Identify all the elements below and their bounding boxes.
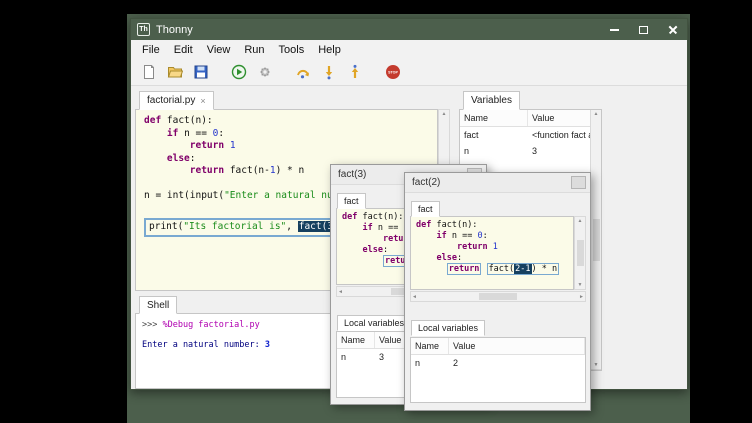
menu-help[interactable]: Help	[311, 44, 348, 56]
window-title: Thonny	[156, 24, 193, 36]
scroll-thumb[interactable]	[577, 240, 584, 266]
menu-run[interactable]: Run	[237, 44, 271, 56]
tab-label: fact	[418, 204, 433, 214]
tab-label: Local variables	[418, 323, 478, 333]
new-file-icon[interactable]	[139, 62, 159, 82]
scroll-left-icon[interactable]: ◄	[338, 289, 343, 295]
scroll-right-icon[interactable]: ►	[579, 294, 584, 300]
menu-edit[interactable]: Edit	[167, 44, 200, 56]
variables-header: Name Value	[460, 110, 601, 127]
maximize-button[interactable]	[629, 19, 658, 40]
frame-title-bar[interactable]: fact(2)	[405, 173, 590, 193]
frame-horizontal-scrollbar[interactable]: ◄ ►	[410, 291, 586, 302]
table-row[interactable]: n3	[460, 143, 601, 159]
scroll-thumb[interactable]	[593, 219, 600, 261]
close-button[interactable]	[658, 19, 687, 40]
frame-code-view[interactable]: def fact(n): if n == 0: return 1 else: r…	[410, 216, 574, 290]
local-variables-panel: Name Value n2	[410, 337, 586, 403]
tab-fact[interactable]: fact	[337, 193, 366, 209]
run-script-icon[interactable]	[229, 62, 249, 82]
frame-title: fact(3)	[338, 169, 366, 180]
tab-label: factorial.py	[147, 95, 195, 106]
column-header-name[interactable]: Name	[460, 110, 528, 126]
stack-frame-window-fact2: fact(2) fact def fact(n): if n == 0: ret…	[404, 172, 591, 411]
open-file-icon[interactable]	[165, 62, 185, 82]
column-header-name[interactable]: Name	[337, 332, 375, 348]
minimize-button[interactable]	[600, 19, 629, 40]
step-out-icon[interactable]	[345, 62, 365, 82]
maximize-icon	[639, 26, 648, 34]
step-over-icon[interactable]	[293, 62, 313, 82]
tab-local-variables[interactable]: Local variables	[337, 315, 411, 331]
variables-rows: fact<function fact an3	[460, 127, 601, 159]
save-file-icon[interactable]	[191, 62, 211, 82]
scroll-up-icon[interactable]: ▲	[442, 111, 447, 117]
minimize-icon	[610, 29, 619, 31]
frame-code: def fact(n): if n == 0: return 1 else: r…	[411, 217, 573, 275]
menu-bar: File Edit View Run Tools Help	[131, 40, 687, 59]
locals-header: Name Value	[411, 338, 585, 355]
tab-shell[interactable]: Shell	[139, 296, 177, 314]
scroll-up-icon[interactable]: ▲	[578, 218, 583, 224]
scroll-left-icon[interactable]: ◄	[412, 294, 417, 300]
scroll-thumb[interactable]	[479, 293, 517, 300]
tab-label: Local variables	[344, 318, 404, 328]
close-icon	[668, 25, 678, 35]
tab-local-variables[interactable]: Local variables	[411, 320, 485, 336]
column-header-name[interactable]: Name	[411, 338, 449, 354]
tab-fact[interactable]: fact	[411, 201, 440, 217]
scroll-up-icon[interactable]: ▲	[594, 111, 599, 117]
menu-tools[interactable]: Tools	[272, 44, 312, 56]
frame-close-button[interactable]	[571, 176, 586, 189]
tab-label: fact	[344, 196, 359, 206]
thonny-logo-icon: Th	[137, 23, 150, 36]
toolbar: STOP	[131, 59, 687, 86]
frame-vertical-scrollbar[interactable]: ▲ ▼	[574, 216, 586, 290]
tab-factorial-py[interactable]: factorial.py ×	[139, 91, 214, 110]
tab-variables[interactable]: Variables	[463, 91, 520, 110]
column-header-value[interactable]: Value	[449, 338, 585, 354]
title-bar[interactable]: Th Thonny	[131, 19, 687, 40]
menu-file[interactable]: File	[135, 44, 167, 56]
screenshot-stage: Th Thonny File Edit View Run Tools Help	[0, 0, 752, 423]
stop-icon[interactable]: STOP	[383, 62, 403, 82]
debug-script-icon[interactable]	[255, 62, 275, 82]
frame-title: fact(2)	[412, 177, 440, 188]
scroll-down-icon[interactable]: ▼	[578, 282, 583, 288]
svg-text:STOP: STOP	[388, 71, 398, 75]
table-row[interactable]: fact<function fact a	[460, 127, 601, 143]
variables-vertical-scrollbar[interactable]: ▲ ▼	[590, 110, 601, 370]
tab-close-icon[interactable]: ×	[200, 96, 205, 106]
step-into-icon[interactable]	[319, 62, 339, 82]
locals-rows: n2	[411, 355, 585, 371]
menu-view[interactable]: View	[200, 44, 238, 56]
tab-label: Variables	[471, 95, 512, 106]
tab-label: Shell	[147, 300, 169, 311]
table-row[interactable]: n2	[411, 355, 585, 371]
scroll-down-icon[interactable]: ▼	[594, 362, 599, 368]
